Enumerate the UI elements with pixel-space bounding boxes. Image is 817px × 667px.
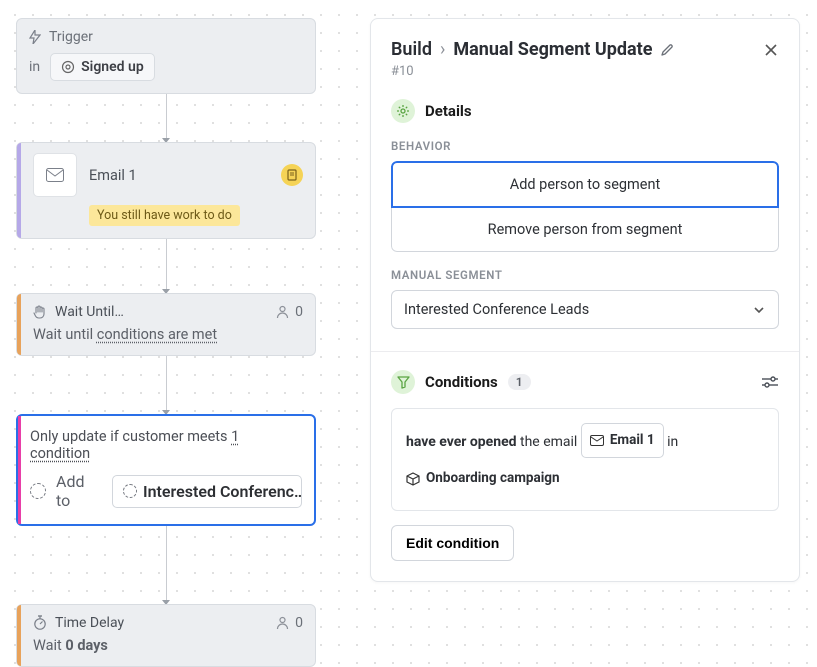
segment-chip-label: Interested Conferenc…	[143, 482, 302, 501]
chevron-down-icon	[752, 305, 766, 315]
cond-text-2: the email	[517, 434, 581, 450]
trigger-node[interactable]: Trigger in Signed up	[16, 18, 316, 94]
cond-campaign-chip[interactable]: Onboarding campaign	[406, 462, 568, 495]
gear-icon	[391, 99, 415, 123]
side-panel: Build › Manual Segment Update #10 Detail…	[370, 18, 800, 582]
wait-title: Wait Until…	[55, 304, 124, 320]
wait-node[interactable]: Wait Until… 0 Wait until conditions are …	[16, 293, 316, 356]
delay-title: Time Delay	[55, 615, 124, 631]
target-icon	[61, 60, 75, 74]
cube-icon	[406, 472, 420, 486]
condition-card: have ever opened the email Email 1 in On…	[391, 408, 779, 511]
email-node[interactable]: Email 1 You still have work to do	[16, 142, 316, 239]
connector	[16, 94, 316, 142]
conditions-count: 1	[508, 374, 531, 390]
filter-icon	[391, 370, 415, 394]
conditions-heading: Conditions	[425, 373, 498, 391]
trigger-prefix: in	[29, 59, 40, 75]
seg-line1-prefix: Only update if customer meets	[30, 428, 231, 445]
chevron-right-icon: ›	[440, 39, 445, 60]
connector	[16, 239, 316, 293]
stopwatch-icon	[33, 615, 47, 631]
cond-text-bold: have ever opened	[406, 434, 517, 450]
connector	[16, 356, 316, 414]
cond-campaign-chip-label: Onboarding campaign	[426, 465, 560, 492]
person-icon	[276, 616, 289, 630]
cond-text-3: in	[667, 434, 678, 450]
breadcrumb-root[interactable]: Build	[391, 39, 432, 60]
behavior-label: BEHAVIOR	[391, 139, 779, 153]
mail-icon	[590, 435, 604, 446]
segment-select[interactable]: Interested Conference Leads	[391, 290, 779, 329]
breadcrumb-current: Manual Segment Update	[453, 39, 652, 60]
segment-chip[interactable]: Interested Conferenc…	[112, 475, 302, 508]
connector	[16, 526, 316, 604]
add-to-label: Add to	[56, 472, 102, 510]
cond-email-chip-label: Email 1	[610, 427, 655, 454]
wait-sub-prefix: Wait until	[33, 326, 97, 343]
segment-icon-dashed	[123, 484, 137, 498]
panel-id: #10	[391, 64, 779, 79]
delay-sub-value: 0 days	[65, 637, 108, 654]
behavior-remove-button[interactable]: Remove person from segment	[391, 208, 779, 252]
trigger-label: Trigger	[49, 29, 93, 45]
trigger-event-label: Signed up	[81, 59, 144, 75]
sliders-icon[interactable]	[761, 375, 779, 389]
details-heading: Details	[425, 102, 472, 120]
email-title: Email 1	[89, 167, 269, 184]
manual-segment-label: MANUAL SEGMENT	[391, 268, 779, 282]
edit-title-icon[interactable]	[660, 42, 675, 57]
wait-sub-link[interactable]: conditions are met	[97, 326, 217, 343]
segment-update-node[interactable]: Only update if customer meets 1 conditio…	[16, 414, 316, 526]
segment-icon-dashed	[30, 483, 46, 499]
delay-count: 0	[295, 615, 303, 631]
mail-icon	[33, 153, 77, 197]
wait-count: 0	[295, 304, 303, 320]
hand-icon	[33, 304, 47, 320]
behavior-add-button[interactable]: Add person to segment	[391, 161, 779, 208]
close-icon[interactable]	[763, 42, 779, 58]
bolt-icon	[29, 30, 41, 44]
edit-condition-button[interactable]: Edit condition	[391, 525, 514, 561]
delay-sub-prefix: Wait	[33, 637, 65, 654]
divider	[371, 351, 799, 352]
segment-select-value: Interested Conference Leads	[404, 301, 589, 318]
delay-node[interactable]: Time Delay 0 Wait 0 days	[16, 604, 316, 667]
cond-email-chip[interactable]: Email 1	[581, 423, 664, 458]
trigger-event-chip[interactable]: Signed up	[50, 53, 155, 81]
behavior-toggle-group: Add person to segment Remove person from…	[391, 161, 779, 252]
person-icon	[276, 305, 289, 319]
draft-badge-icon	[281, 164, 303, 186]
email-subtitle-tag: You still have work to do	[89, 205, 240, 226]
